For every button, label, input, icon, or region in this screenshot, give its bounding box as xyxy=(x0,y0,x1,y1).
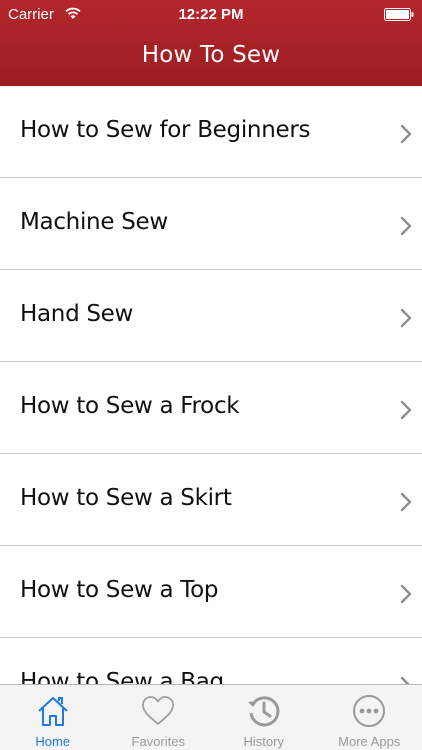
home-icon xyxy=(38,697,68,726)
list-item-label: How to Sew a Frock xyxy=(20,393,240,419)
chevron-right-icon xyxy=(400,308,412,328)
tab-bar: Home Favorites History More Apps xyxy=(0,684,422,750)
navigation-bar: Carrier 12:22 PM How To Sew xyxy=(0,0,422,86)
chevron-right-icon xyxy=(400,676,410,684)
list-item[interactable]: Machine Sew xyxy=(0,178,422,270)
history-icon xyxy=(247,696,280,727)
tab-label: History xyxy=(243,734,284,749)
tab-home[interactable]: Home xyxy=(0,685,106,750)
chevron-right-icon xyxy=(400,492,412,512)
list-item[interactable]: Hand Sew xyxy=(0,270,422,362)
tab-label: Home xyxy=(35,734,71,749)
list-item-label: Machine Sew xyxy=(20,209,168,235)
heart-icon xyxy=(142,696,175,725)
battery-icon xyxy=(384,8,414,21)
topics-list: How to Sew for Beginners Machine Sew Han… xyxy=(0,86,422,684)
list-item-label: How to Sew a Skirt xyxy=(20,485,232,511)
page-title: How To Sew xyxy=(141,42,281,68)
tab-label: More Apps xyxy=(338,734,401,749)
status-bar: Carrier 12:22 PM xyxy=(0,0,422,32)
list-item[interactable]: How to Sew a Frock xyxy=(0,362,422,454)
tab-favorites[interactable]: Favorites xyxy=(106,685,212,750)
clock: 12:22 PM xyxy=(178,6,244,23)
chevron-right-icon xyxy=(400,400,412,420)
list-item-label: How to Sew a Top xyxy=(20,577,219,603)
chevron-right-icon xyxy=(400,216,412,236)
more-icon xyxy=(353,695,386,727)
list-item[interactable]: How to Sew a Top xyxy=(0,546,422,638)
tab-label: Favorites xyxy=(131,734,185,749)
chevron-right-icon xyxy=(400,124,412,144)
tab-more-apps[interactable]: More Apps xyxy=(317,685,422,750)
list-item[interactable]: How to Sew a Skirt xyxy=(0,454,422,546)
list-item-label: Hand Sew xyxy=(20,301,134,327)
tab-history[interactable]: History xyxy=(211,685,317,750)
chevron-right-icon xyxy=(400,584,412,604)
list-item[interactable]: How to Sew for Beginners xyxy=(0,86,422,178)
list-item-label: How to Sew a Bag xyxy=(20,669,224,684)
list-item-label: How to Sew for Beginners xyxy=(20,117,311,143)
list-item[interactable]: How to Sew a Bag xyxy=(0,638,422,684)
